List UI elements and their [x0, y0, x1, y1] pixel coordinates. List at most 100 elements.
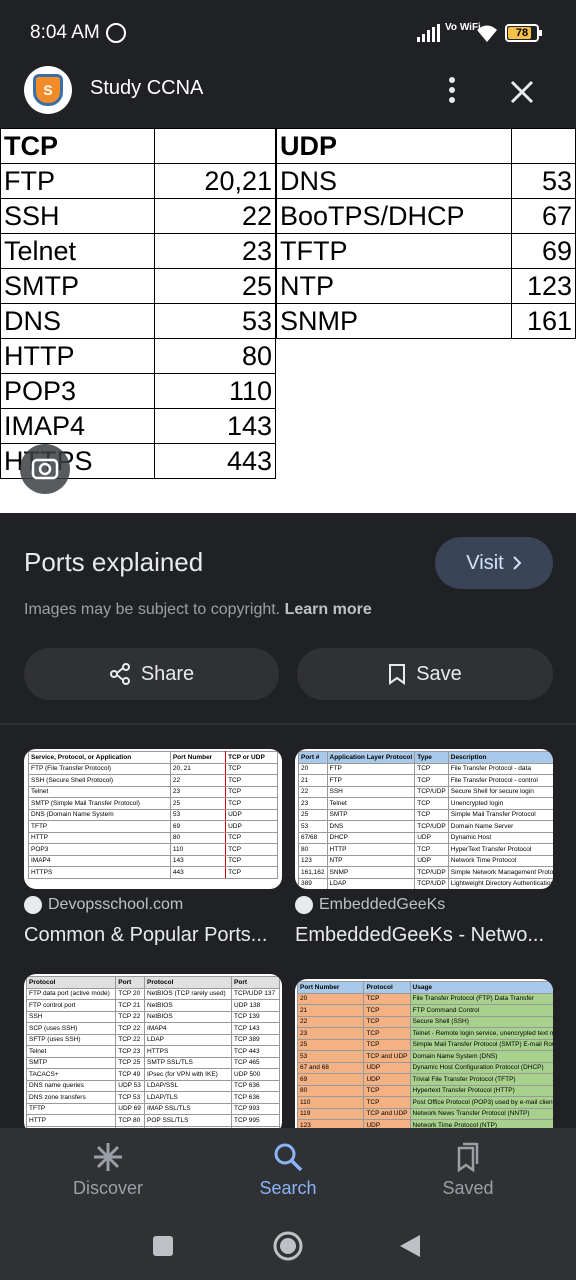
thumbnail-row: 69 UDP Trivial File Transfer Protocol (TFT…: [296, 1073, 553, 1086]
thumbnail-cell: Telnet: [25, 1045, 117, 1058]
site-name[interactable]: Study CCNA: [90, 77, 203, 100]
thumbnail-cell: TCP and UDP: [363, 1050, 411, 1063]
home-icon[interactable]: [272, 1230, 304, 1262]
related-thumbnail[interactable]: Port Number Protocol Usage 20 TCP File Transf…: [295, 979, 553, 1139]
thumbnail-cell: 20: [298, 762, 328, 775]
thumbnail-cell: IMAP4: [28, 854, 171, 867]
thumbnail-table: Port Number Protocol Usage 20 TCP File Transf…: [296, 981, 553, 1139]
thumbnail-cell: 69: [169, 820, 227, 833]
thumbnail-row: 23 TCP Telnet - Remote login service, unen…: [296, 1027, 553, 1040]
thumbnail-row: 25 TCP Simple Mail Transfer Protocol (SMTP…: [296, 1038, 553, 1051]
protocol-cell: SMTP: [0, 268, 156, 304]
related-title[interactable]: Common & Popular Ports...: [24, 924, 282, 947]
thumbnail-cell: UDP: [225, 820, 278, 833]
thumbnail-cell: UDP 500: [231, 1068, 280, 1081]
thumbnail-cell: 22: [298, 785, 328, 798]
save-button[interactable]: Save: [297, 648, 553, 700]
visit-button[interactable]: Visit: [435, 537, 553, 589]
thumbnail-cell: 80: [296, 1084, 365, 1097]
thumbnail-cell: SSH: [25, 1010, 117, 1023]
thumbnail-cell: TCP 53: [115, 1091, 146, 1104]
thumbnail-row: 119 TCP and UDP Network News Transfer Prot…: [296, 1107, 553, 1120]
thumbnail-row: TFTP 69 UDP: [28, 820, 278, 833]
chevron-right-icon: [512, 556, 522, 570]
protocol-cell: NTP: [275, 268, 513, 304]
back-icon[interactable]: [398, 1233, 422, 1259]
thumbnail-cell: TCP: [225, 785, 278, 798]
udp-row: SNMP 161: [275, 303, 576, 339]
related-thumbnail[interactable]: Port # Application Layer Protocol Type Desc…: [295, 749, 553, 889]
thumbnail-cell: File Transfer Protocol - data: [447, 762, 553, 775]
udp-row: BooTPS/DHCP 67: [275, 198, 576, 234]
related-title[interactable]: EmbeddedGeeKs - Netwo...: [295, 924, 553, 947]
tcp-row: Telnet 23: [0, 233, 276, 269]
thumbnail-header-row: Service, Protocol, or Application Port Nu…: [28, 751, 278, 764]
thumbnail-row: DNS name queries UDP 53 LDAP/SSL TCP 636: [25, 1079, 280, 1092]
thumbnail-cell: 25: [169, 797, 227, 810]
thumbnail-cell: TCP: [363, 1084, 411, 1097]
thumbnail-header-cell: Service, Protocol, or Application: [28, 751, 171, 764]
thumbnail-cell: TCP 143: [231, 1022, 280, 1035]
recents-icon[interactable]: [151, 1234, 175, 1258]
nav-discover[interactable]: Discover: [43, 1140, 173, 1199]
thumbnail-cell: UDP 69: [115, 1102, 146, 1115]
preview-image[interactable]: TCP FTP 20,21 SSH 22 Telnet 23 SMTP 25 DNS 53 HTTP…: [0, 128, 576, 513]
thumbnail-row: 22 SSH TCP/UDP Secure Shell for secure logi…: [298, 785, 553, 798]
thumbnail-cell: FTP: [326, 774, 416, 787]
thumbnail-row: SSH TCP 22 NetBIOS TCP 139: [25, 1010, 280, 1023]
site-logo[interactable]: S: [24, 66, 72, 114]
thumbnail-cell: TCP 389: [231, 1033, 280, 1046]
thumbnail-cell: 161,162: [298, 866, 328, 879]
thumbnail-header-cell: TCP or UDP: [225, 751, 278, 764]
tcp-header: TCP: [0, 128, 156, 164]
thumbnail-cell: TCP/UDP: [414, 820, 449, 833]
thumbnail-cell: NetBIOS: [144, 1010, 233, 1023]
protocol-cell: POP3: [0, 373, 156, 409]
tcp-port-table: TCP FTP 20,21 SSH 22 Telnet 23 SMTP 25 DNS 53 HTTP…: [0, 128, 276, 479]
thumbnail-cell: UDP: [225, 808, 278, 821]
thumbnail-cell: 67/68: [298, 831, 328, 844]
port-cell: 22: [154, 198, 276, 234]
tcp-row: SSH 22: [0, 198, 276, 234]
thumbnail-cell: POP3: [28, 843, 171, 856]
more-vert-icon[interactable]: [436, 74, 468, 106]
thumbnail-header-row: Protocol Port Protocol Port: [25, 976, 280, 989]
close-icon[interactable]: [504, 74, 540, 110]
lens-button[interactable]: [20, 444, 70, 494]
thumbnail-cell: SMTP (Simple Mail Transfer Protocol): [28, 797, 171, 810]
thumbnail-row: 161,162 SNMP TCP/UDP Simple Network Managem…: [298, 866, 553, 879]
protocol-cell: BooTPS/DHCP: [275, 198, 513, 234]
thumbnail-cell: HyperText Transfer Protocol: [447, 843, 553, 856]
thumbnail-header-cell: Port #: [298, 751, 328, 764]
learn-more-link[interactable]: Learn more: [285, 601, 372, 618]
nav-search[interactable]: Search: [223, 1140, 353, 1199]
share-button[interactable]: Share: [24, 648, 279, 700]
thumbnail-cell: TCP: [363, 992, 411, 1005]
port-cell: 53: [154, 303, 276, 339]
thumbnail-cell: TCP: [225, 831, 278, 844]
thumbnail-cell: HTTP: [25, 1114, 117, 1127]
thumbnail-cell: TCP 80: [115, 1114, 146, 1127]
thumbnail-cell: NetBIOS: [144, 999, 233, 1012]
thumbnail-cell: 80: [169, 831, 227, 844]
thumbnail-cell: NTP: [326, 854, 416, 867]
thumbnail-cell: Post Office Protocol (POP3) used by e-ma…: [409, 1096, 553, 1109]
thumbnail-cell: 69: [296, 1073, 365, 1086]
thumbnail-cell: TCP 636: [231, 1091, 280, 1104]
tcp-row: SMTP 25: [0, 268, 276, 304]
thumbnail-cell: TCP: [414, 797, 449, 810]
thumbnail-cell: SSH: [326, 785, 416, 798]
thumbnail-cell: 23: [296, 1027, 365, 1040]
udp-row: TFTP 69: [275, 233, 576, 269]
tcp-row: DNS 53: [0, 303, 276, 339]
thumbnail-header-cell: Port: [231, 976, 280, 989]
related-thumbnail[interactable]: Service, Protocol, or Application Port Nu…: [24, 749, 282, 889]
related-thumbnail[interactable]: Protocol Port Protocol Port FTP data port (a…: [24, 974, 282, 1134]
nav-discover-label: Discover: [72, 1178, 143, 1198]
thumbnail-cell: 80: [298, 843, 328, 856]
thumbnail-cell: TCP 139: [231, 1010, 280, 1023]
nav-search-label: Search: [259, 1178, 317, 1198]
nav-saved[interactable]: Saved: [403, 1140, 533, 1199]
viewer-header: S Study CCNA: [0, 64, 576, 128]
thumbnail-header-cell: Application Layer Protocol: [326, 751, 416, 764]
